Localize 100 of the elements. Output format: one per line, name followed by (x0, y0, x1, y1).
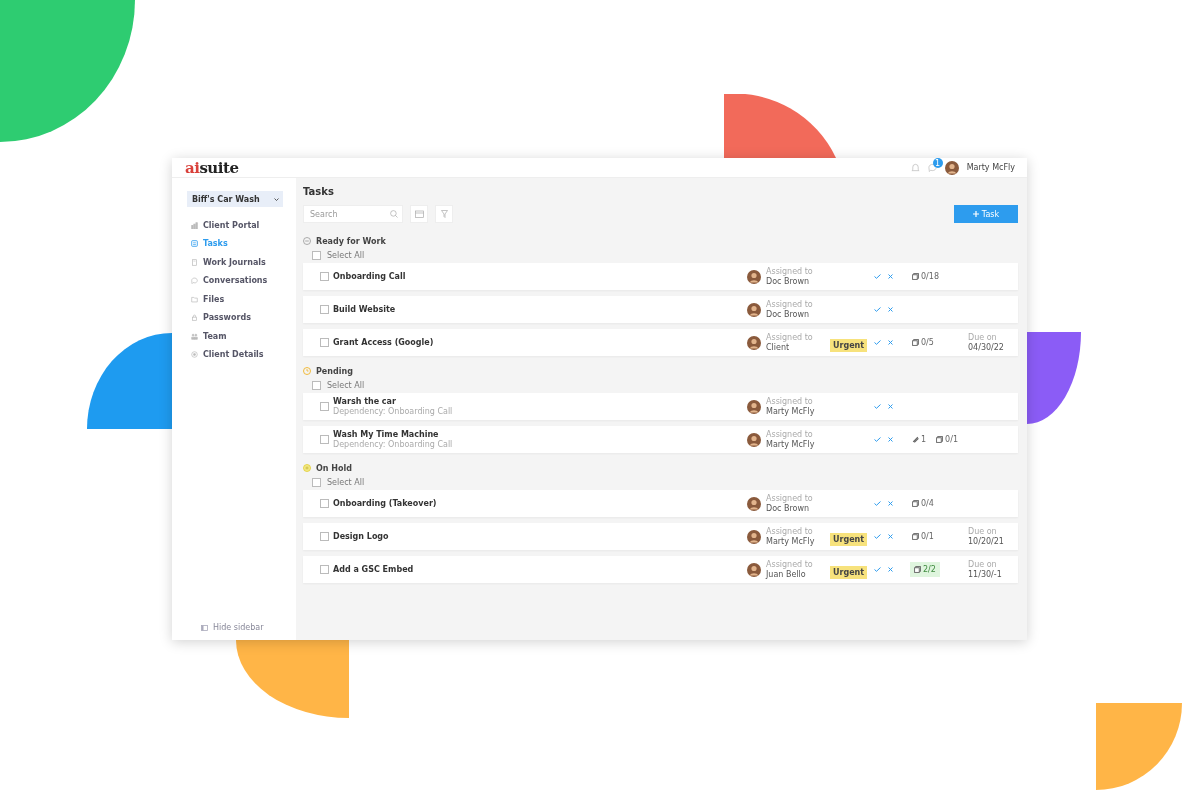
subtask-icon (912, 533, 919, 540)
checkbox[interactable] (312, 477, 321, 487)
close-icon[interactable] (888, 274, 893, 279)
task-card[interactable]: Onboarding Call Assigned to Doc Brown 0/18 (303, 263, 1018, 290)
dependency-text: Dependency: Onboarding Call (333, 407, 454, 416)
nav-item[interactable]: Conversations (191, 275, 296, 286)
checkbox[interactable] (320, 532, 329, 541)
folder-icon (191, 295, 198, 303)
checkbox[interactable] (320, 305, 329, 314)
close-icon[interactable] (888, 307, 893, 312)
subtask-count: 0/5 (921, 338, 934, 347)
chat-icon (191, 277, 198, 285)
avatar (747, 562, 761, 577)
check-icon[interactable] (874, 501, 881, 506)
avatar (747, 269, 761, 284)
due-date: 04/30/22 (968, 342, 1005, 353)
task-card[interactable]: Design Logo Assigned to Marty McFly Urgent 0/1 Due on 10/20/21 (303, 523, 1018, 550)
journal-icon (191, 258, 198, 266)
select-all-label[interactable]: Select All (327, 477, 365, 487)
subtask-count: 0/4 (921, 499, 934, 508)
close-icon[interactable] (888, 437, 893, 442)
check-icon[interactable] (874, 274, 881, 279)
plus-icon (972, 211, 979, 217)
user-name[interactable]: Marty McFly (966, 163, 1015, 172)
select-all-label[interactable]: Select All (327, 380, 365, 390)
subtask-count: 0/18 (921, 272, 939, 281)
close-icon[interactable] (888, 404, 893, 409)
nav-item[interactable]: Work Journals (191, 257, 296, 268)
close-icon[interactable] (888, 501, 893, 506)
chat-icon[interactable] (927, 163, 937, 172)
checkbox[interactable] (320, 435, 329, 444)
nav-item[interactable]: Team (191, 331, 296, 342)
assignee-name: Doc Brown (766, 309, 811, 320)
page-title: Tasks (303, 184, 335, 198)
check-icon[interactable] (874, 307, 881, 312)
checkbox[interactable] (312, 380, 321, 390)
check-icon[interactable] (874, 567, 881, 572)
assigned-label: Assigned to (766, 266, 814, 276)
chevron-down-icon (274, 197, 279, 201)
task-card[interactable]: Add a GSC Embed Assigned to Juan Bello Urgent 2/2 Due on 11/30/-1 (303, 556, 1018, 583)
clock-icon (303, 367, 311, 375)
checkbox[interactable] (320, 499, 329, 508)
avatar (747, 496, 761, 511)
dependency-text: Dependency: Onboarding Call (333, 440, 454, 449)
info-icon (191, 351, 198, 359)
check-icon[interactable] (874, 437, 881, 442)
check-icon[interactable] (874, 534, 881, 539)
nav-item[interactable]: Client Details (191, 349, 296, 360)
assignee-name: Client (766, 342, 791, 353)
notification-badge: 1 (932, 158, 943, 168)
task-card[interactable]: Build Website Assigned to Doc Brown (303, 296, 1018, 323)
priority-tag: Urgent (830, 533, 868, 546)
subtask-icon (912, 273, 919, 280)
due-label: Due on (968, 332, 998, 342)
checkbox[interactable] (320, 272, 329, 281)
assigned-label: Assigned to (766, 559, 814, 569)
subtask-count: 0/1 (945, 435, 958, 444)
calendar-button[interactable] (410, 205, 428, 223)
logo: aisuite (185, 158, 239, 177)
attachment-count: 1 (921, 435, 927, 444)
task-card[interactable]: Warsh the car Dependency: Onboarding Call Assigned to Marty McFly (303, 393, 1018, 420)
checkbox[interactable] (320, 402, 329, 411)
priority-tag: Urgent (830, 566, 868, 579)
close-icon[interactable] (888, 534, 893, 539)
checkbox[interactable] (320, 338, 329, 347)
search-icon (390, 210, 398, 218)
task-title: Add a GSC Embed (333, 565, 415, 574)
client-selector[interactable]: Biff's Car Wash (187, 191, 283, 207)
filter-icon (440, 210, 448, 218)
bell-icon[interactable] (910, 163, 920, 172)
avatar (747, 335, 761, 350)
checkbox[interactable] (312, 250, 321, 260)
checkbox[interactable] (320, 565, 329, 574)
nav-item[interactable]: Client Portal (191, 220, 296, 231)
lock-icon (191, 314, 198, 322)
assigned-label: Assigned to (766, 396, 814, 406)
check-icon[interactable] (874, 404, 881, 409)
nav-item[interactable]: Passwords (191, 312, 296, 323)
assigned-label: Assigned to (766, 493, 814, 503)
task-title: Warsh the car (333, 397, 397, 406)
task-card[interactable]: Grant Access (Google) Assigned to Client Urgent 0/5 Due on 04/30/22 (303, 329, 1018, 356)
subtask-icon (912, 339, 919, 346)
group-title: On Hold (316, 463, 352, 473)
task-title: Onboarding Call (333, 272, 407, 281)
hide-sidebar-button[interactable]: Hide sidebar (191, 623, 296, 632)
close-icon[interactable] (888, 340, 893, 345)
check-icon[interactable] (874, 340, 881, 345)
select-all-label[interactable]: Select All (327, 250, 365, 260)
due-label: Due on (968, 559, 998, 569)
search-field[interactable]: Search (303, 205, 403, 223)
task-card[interactable]: Onboarding (Takeover) Assigned to Doc Brown 0/4 (303, 490, 1018, 517)
close-icon[interactable] (888, 567, 893, 572)
assigned-label: Assigned to (766, 332, 814, 342)
task-card[interactable]: Wash My Time Machine Dependency: Onboarding Call Assigned to Marty McFly 1 0/1 (303, 426, 1018, 453)
subtask-icon (914, 566, 921, 573)
avatar (747, 432, 761, 447)
filter-button[interactable] (435, 205, 453, 223)
nav-item[interactable]: Files (191, 294, 296, 305)
subtask-icon (912, 500, 919, 507)
assignee-name: Juan Bello (766, 569, 807, 580)
